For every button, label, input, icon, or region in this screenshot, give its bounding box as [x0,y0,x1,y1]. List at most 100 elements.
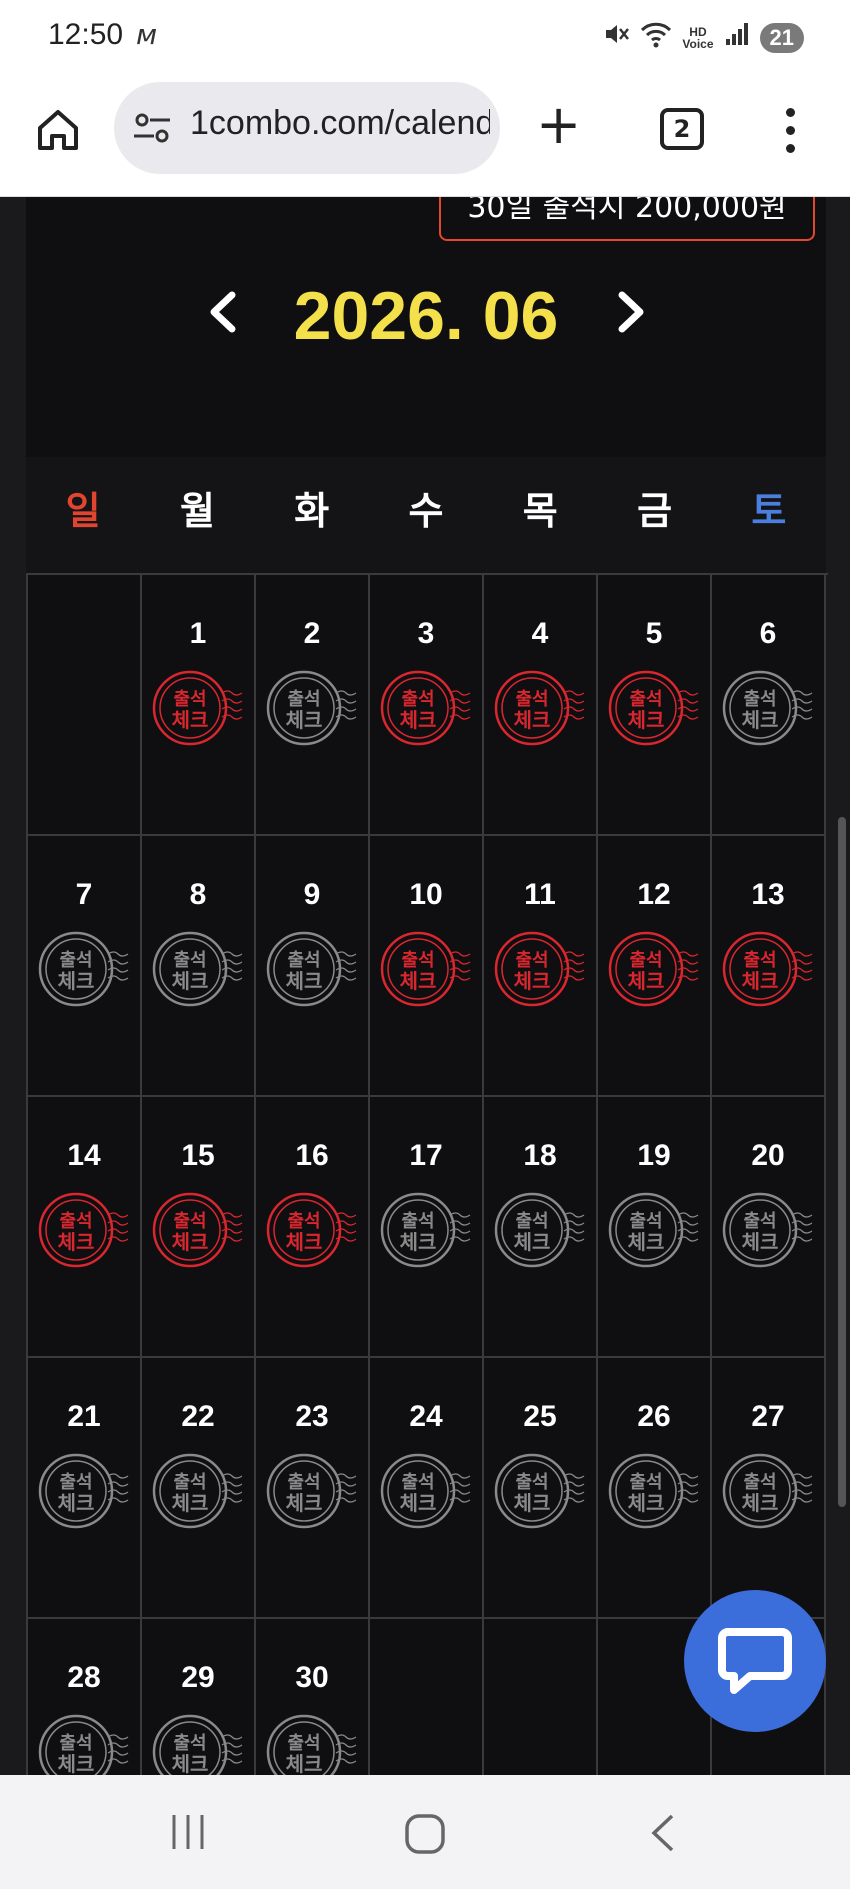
stamp-text-top: 출석 [743,950,776,971]
calendar-day-cell[interactable]: 18 출석 체크 [484,1097,598,1358]
attendance-stamp-checked-icon: 출석체크 [38,1192,129,1268]
calendar-day-cell[interactable]: 10 출석 체크 [370,836,484,1097]
day-number: 12 [637,878,671,911]
stamp-text-top: 출석 [287,1733,320,1754]
calendar-day-cell[interactable]: 12 출석 체크 [598,836,712,1097]
calendar-day-cell[interactable]: 14 출석 체크 [28,1097,142,1358]
calendar-day-cell[interactable]: 21 출석 체크 [28,1358,142,1619]
calendar-day-cell[interactable]: 4 출석 체크 [484,575,598,836]
back-icon[interactable] [648,1813,678,1853]
day-number: 27 [751,1400,785,1433]
stamp-text-bottom: 체크 [286,1230,323,1254]
day-number: 2 [303,617,321,650]
wifi-icon [640,20,672,55]
stamp-text-bottom: 체크 [172,969,209,993]
stamp-text-bottom: 체크 [514,1491,551,1515]
day-number: 9 [303,878,321,911]
next-month-icon[interactable] [612,287,652,337]
stamp-text-top: 출석 [629,1211,662,1232]
stamp-text-top: 출석 [629,1472,662,1493]
new-tab-button[interactable]: + [536,98,581,152]
chat-icon [718,1628,792,1694]
calendar-day-cell[interactable]: 19 출석 체크 [598,1097,712,1358]
attendance-stamp-checked-icon: 출석체크 [380,670,471,746]
stamp-text-bottom: 체크 [172,1491,209,1515]
calendar-day-cell[interactable]: 7 출석 체크 [28,836,142,1097]
stamp-text-bottom: 체크 [628,1491,665,1515]
day-number: 4 [531,617,549,650]
stamp-text-bottom: 체크 [514,708,551,732]
calendar-day-cell[interactable]: 29 출석 체크 [142,1619,256,1775]
calendar-day-cell[interactable]: 23 출석 체크 [256,1358,370,1619]
menu-dot [786,108,795,117]
page-content: 30일 출석시 200,000원 2026. 06 일 월 화 수 목 금 토 … [0,197,850,1775]
stamp-text-top: 출석 [743,689,776,710]
home-button[interactable] [34,106,82,154]
day-number: 24 [409,1400,443,1433]
calendar-day-cell[interactable]: 1 출석 체크 [142,575,256,836]
stamp-text-bottom: 체크 [628,969,665,993]
stamp-text-top: 출석 [173,950,206,971]
calendar-day-cell[interactable]: 2 출석 체크 [256,575,370,836]
calendar-day-cell[interactable]: 8 출석 체크 [142,836,256,1097]
attendance-stamp-icon: 출석체크 [38,1714,129,1775]
calendar-day-cell[interactable]: 17 출석 체크 [370,1097,484,1358]
calendar-day-cell[interactable]: 6 출석 체크 [712,575,826,836]
attendance-stamp-icon: 출석체크 [608,1192,699,1268]
signal-icon [724,21,750,54]
calendar-day-cell[interactable]: 9 출석 체크 [256,836,370,1097]
stamp-text-bottom: 체크 [400,1230,437,1254]
attendance-stamp-checked-icon: 출석체크 [608,931,699,1007]
attendance-stamp-icon: 출석체크 [722,1192,813,1268]
more-menu-button[interactable] [786,108,798,162]
calendar-day-cell[interactable]: 24 출석 체크 [370,1358,484,1619]
attendance-stamp-icon: 출석체크 [266,1453,357,1529]
weekday-mon: 월 [179,489,215,533]
day-number: 26 [637,1400,671,1433]
day-number: 18 [523,1139,557,1172]
weekday-sun: 일 [65,489,101,533]
stamp-text-top: 출석 [173,1733,206,1754]
calendar-day-cell[interactable]: 22 출석 체크 [142,1358,256,1619]
site-settings-icon[interactable] [132,110,172,146]
stamp-text-top: 출석 [59,1733,92,1754]
stamp-text-bottom: 체크 [286,969,323,993]
calendar-day-cell[interactable]: 3 출석 체크 [370,575,484,836]
calendar-day-cell[interactable]: 25 출석 체크 [484,1358,598,1619]
calendar-day-cell[interactable]: 20 출석 체크 [712,1097,826,1358]
tab-switcher-button[interactable]: 2 [660,108,704,150]
day-number: 21 [67,1400,101,1433]
voice-label: Voice [682,36,714,51]
calendar-day-cell[interactable]: 30 출석 체크 [256,1619,370,1775]
home-nav-icon[interactable] [404,1813,446,1855]
calendar-day-cell[interactable]: 26 출석 체크 [598,1358,712,1619]
day-number: 8 [189,878,207,911]
day-number: 1 [189,617,207,650]
weekday-fri: 금 [637,489,673,533]
attendance-stamp-checked-icon: 출석체크 [494,670,585,746]
stamp-text-top: 출석 [287,1472,320,1493]
calendar-day-cell[interactable]: 11 출석 체크 [484,836,598,1097]
day-number: 20 [751,1139,785,1172]
weekday-wed: 수 [408,489,444,533]
calendar-day-cell[interactable]: 5 출석 체크 [598,575,712,836]
address-bar[interactable]: 1combo.com/calendar [114,82,500,174]
calendar-day-cell[interactable]: 15 출석 체크 [142,1097,256,1358]
calendar-day-cell[interactable]: 28 출석 체크 [28,1619,142,1775]
url-text[interactable]: 1combo.com/calendar [190,104,490,143]
month-title: 2026. 06 [293,278,559,354]
calendar-day-cell[interactable]: 13 출석 체크 [712,836,826,1097]
attendance-stamp-icon: 출석체크 [722,670,813,746]
recent-apps-icon[interactable] [168,1813,208,1851]
mute-icon [602,20,630,55]
calendar-day-cell[interactable]: 27 출석 체크 [712,1358,826,1619]
stamp-text-top: 출석 [743,1472,776,1493]
attendance-stamp-icon: 출석체크 [494,1453,585,1529]
stamp-text-top: 출석 [59,1211,92,1232]
chat-button[interactable] [684,1590,826,1732]
calendar-day-cell[interactable]: 16 출석 체크 [256,1097,370,1358]
page-scrollbar[interactable] [838,817,846,1507]
stamp-text-top: 출석 [515,1211,548,1232]
hd-voice-icon: HD Voice [682,26,713,50]
stamp-text-top: 출석 [59,1472,92,1493]
